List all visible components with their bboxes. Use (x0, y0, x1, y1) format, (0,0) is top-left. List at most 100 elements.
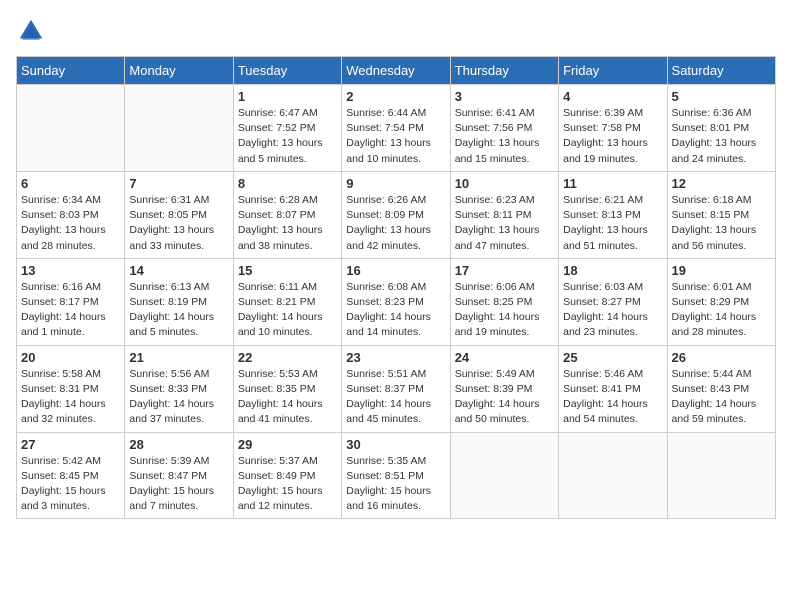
calendar-cell (559, 432, 667, 519)
calendar-cell (450, 432, 558, 519)
day-info: Sunrise: 6:31 AMSunset: 8:05 PMDaylight:… (129, 193, 228, 254)
calendar-cell: 20 Sunrise: 5:58 AMSunset: 8:31 PMDayligh… (17, 345, 125, 432)
calendar-cell: 3Sunrise: 6:41 AMSunset: 7:56 PMDaylight… (450, 85, 558, 172)
day-number: 13 (21, 263, 120, 278)
calendar-cell: 11 Sunrise: 6:21 AMSunset: 8:13 PMDayligh… (559, 171, 667, 258)
calendar-week-row: 13Sunrise: 6:16 AMSunset: 8:17 PMDayligh… (17, 258, 776, 345)
calendar-cell: 17Sunrise: 6:06 AMSunset: 8:25 PMDayligh… (450, 258, 558, 345)
logo-icon (16, 16, 46, 46)
day-info: Sunrise: 6:36 AMSunset: 8:01 PMDaylight:… (672, 106, 771, 167)
day-info: Sunrise: 6:26 AMSunset: 8:09 PMDaylight:… (346, 193, 445, 254)
day-number: 5 (672, 89, 771, 104)
calendar-cell: 19 Sunrise: 6:01 AMSunset: 8:29 PMDayligh… (667, 258, 775, 345)
day-number: 12 (672, 176, 771, 191)
day-number: 7 (129, 176, 228, 191)
calendar-cell: 14 Sunrise: 6:13 AMSunset: 8:19 PMDayligh… (125, 258, 233, 345)
day-header-thursday: Thursday (450, 57, 558, 85)
day-number: 28 (129, 437, 228, 452)
day-number: 29 (238, 437, 337, 452)
calendar-cell: 9 Sunrise: 6:26 AMSunset: 8:09 PMDaylight… (342, 171, 450, 258)
calendar-cell: 13Sunrise: 6:16 AMSunset: 8:17 PMDayligh… (17, 258, 125, 345)
day-header-saturday: Saturday (667, 57, 775, 85)
day-number: 30 (346, 437, 445, 452)
day-header-tuesday: Tuesday (233, 57, 341, 85)
day-number: 19 (672, 263, 771, 278)
calendar-cell: 6 Sunrise: 6:34 AMSunset: 8:03 PMDaylight… (17, 171, 125, 258)
day-info: Sunrise: 5:42 AMSunset: 8:45 PMDaylight:… (21, 454, 120, 515)
calendar-cell (667, 432, 775, 519)
calendar-week-row: 27 Sunrise: 5:42 AMSunset: 8:45 PMDayligh… (17, 432, 776, 519)
day-number: 20 (21, 350, 120, 365)
day-number: 14 (129, 263, 228, 278)
calendar-cell: 12 Sunrise: 6:18 AMSunset: 8:15 PMDayligh… (667, 171, 775, 258)
day-info: Sunrise: 6:18 AMSunset: 8:15 PMDaylight:… (672, 193, 771, 254)
calendar-cell: 21 Sunrise: 5:56 AMSunset: 8:33 PMDayligh… (125, 345, 233, 432)
day-number: 18 (563, 263, 662, 278)
day-info: Sunrise: 5:51 AMSunset: 8:37 PMDaylight:… (346, 367, 445, 428)
day-info: Sunrise: 6:08 AMSunset: 8:23 PMDaylight:… (346, 280, 445, 341)
calendar-cell (17, 85, 125, 172)
day-info: Sunrise: 6:44 AMSunset: 7:54 PMDaylight:… (346, 106, 445, 167)
day-number: 4 (563, 89, 662, 104)
calendar-cell: 24 Sunrise: 5:49 AMSunset: 8:39 PMDayligh… (450, 345, 558, 432)
day-info: Sunrise: 6:13 AMSunset: 8:19 PMDaylight:… (129, 280, 228, 341)
day-number: 3 (455, 89, 554, 104)
day-info: Sunrise: 5:58 AMSunset: 8:31 PMDaylight:… (21, 367, 120, 428)
day-number: 8 (238, 176, 337, 191)
calendar-table: SundayMondayTuesdayWednesdayThursdayFrid… (16, 56, 776, 519)
calendar-cell: 16 Sunrise: 6:08 AMSunset: 8:23 PMDayligh… (342, 258, 450, 345)
day-number: 16 (346, 263, 445, 278)
calendar-cell: 1Sunrise: 6:47 AMSunset: 7:52 PMDaylight… (233, 85, 341, 172)
calendar-cell: 10 Sunrise: 6:23 AMSunset: 8:11 PMDayligh… (450, 171, 558, 258)
day-info: Sunrise: 5:35 AMSunset: 8:51 PMDaylight:… (346, 454, 445, 515)
day-info: Sunrise: 6:11 AMSunset: 8:21 PMDaylight:… (238, 280, 337, 341)
calendar-cell: 2 Sunrise: 6:44 AMSunset: 7:54 PMDaylight… (342, 85, 450, 172)
day-info: Sunrise: 5:46 AMSunset: 8:41 PMDaylight:… (563, 367, 662, 428)
page-header (16, 16, 776, 46)
calendar-week-row: 6 Sunrise: 6:34 AMSunset: 8:03 PMDaylight… (17, 171, 776, 258)
calendar-cell: 29 Sunrise: 5:37 AMSunset: 8:49 PMDayligh… (233, 432, 341, 519)
day-info: Sunrise: 6:23 AMSunset: 8:11 PMDaylight:… (455, 193, 554, 254)
day-info: Sunrise: 6:03 AMSunset: 8:27 PMDaylight:… (563, 280, 662, 341)
calendar-cell: 25Sunrise: 5:46 AMSunset: 8:41 PMDayligh… (559, 345, 667, 432)
calendar-cell: 4 Sunrise: 6:39 AMSunset: 7:58 PMDaylight… (559, 85, 667, 172)
day-info: Sunrise: 6:01 AMSunset: 8:29 PMDaylight:… (672, 280, 771, 341)
day-info: Sunrise: 5:49 AMSunset: 8:39 PMDaylight:… (455, 367, 554, 428)
day-info: Sunrise: 6:21 AMSunset: 8:13 PMDaylight:… (563, 193, 662, 254)
day-number: 1 (238, 89, 337, 104)
day-info: Sunrise: 5:44 AMSunset: 8:43 PMDaylight:… (672, 367, 771, 428)
calendar-header-row: SundayMondayTuesdayWednesdayThursdayFrid… (17, 57, 776, 85)
day-info: Sunrise: 5:56 AMSunset: 8:33 PMDaylight:… (129, 367, 228, 428)
day-number: 26 (672, 350, 771, 365)
calendar-cell: 15Sunrise: 6:11 AMSunset: 8:21 PMDayligh… (233, 258, 341, 345)
day-number: 22 (238, 350, 337, 365)
day-number: 23 (346, 350, 445, 365)
day-header-sunday: Sunday (17, 57, 125, 85)
day-info: Sunrise: 6:28 AMSunset: 8:07 PMDaylight:… (238, 193, 337, 254)
calendar-cell: 23 Sunrise: 5:51 AMSunset: 8:37 PMDayligh… (342, 345, 450, 432)
day-number: 24 (455, 350, 554, 365)
day-number: 21 (129, 350, 228, 365)
calendar-cell: 28Sunrise: 5:39 AMSunset: 8:47 PMDayligh… (125, 432, 233, 519)
day-header-monday: Monday (125, 57, 233, 85)
calendar-week-row: 20 Sunrise: 5:58 AMSunset: 8:31 PMDayligh… (17, 345, 776, 432)
calendar-cell: 8 Sunrise: 6:28 AMSunset: 8:07 PMDaylight… (233, 171, 341, 258)
day-info: Sunrise: 5:37 AMSunset: 8:49 PMDaylight:… (238, 454, 337, 515)
calendar-cell (125, 85, 233, 172)
day-number: 6 (21, 176, 120, 191)
day-header-wednesday: Wednesday (342, 57, 450, 85)
day-info: Sunrise: 6:39 AMSunset: 7:58 PMDaylight:… (563, 106, 662, 167)
calendar-cell: 7 Sunrise: 6:31 AMSunset: 8:05 PMDaylight… (125, 171, 233, 258)
day-number: 9 (346, 176, 445, 191)
calendar-cell: 30 Sunrise: 5:35 AMSunset: 8:51 PMDayligh… (342, 432, 450, 519)
day-number: 27 (21, 437, 120, 452)
day-number: 2 (346, 89, 445, 104)
logo (16, 16, 50, 46)
day-number: 10 (455, 176, 554, 191)
day-number: 11 (563, 176, 662, 191)
calendar-cell: 18 Sunrise: 6:03 AMSunset: 8:27 PMDayligh… (559, 258, 667, 345)
day-info: Sunrise: 6:34 AMSunset: 8:03 PMDaylight:… (21, 193, 120, 254)
calendar-cell: 26 Sunrise: 5:44 AMSunset: 8:43 PMDayligh… (667, 345, 775, 432)
day-header-friday: Friday (559, 57, 667, 85)
calendar-cell: 27 Sunrise: 5:42 AMSunset: 8:45 PMDayligh… (17, 432, 125, 519)
